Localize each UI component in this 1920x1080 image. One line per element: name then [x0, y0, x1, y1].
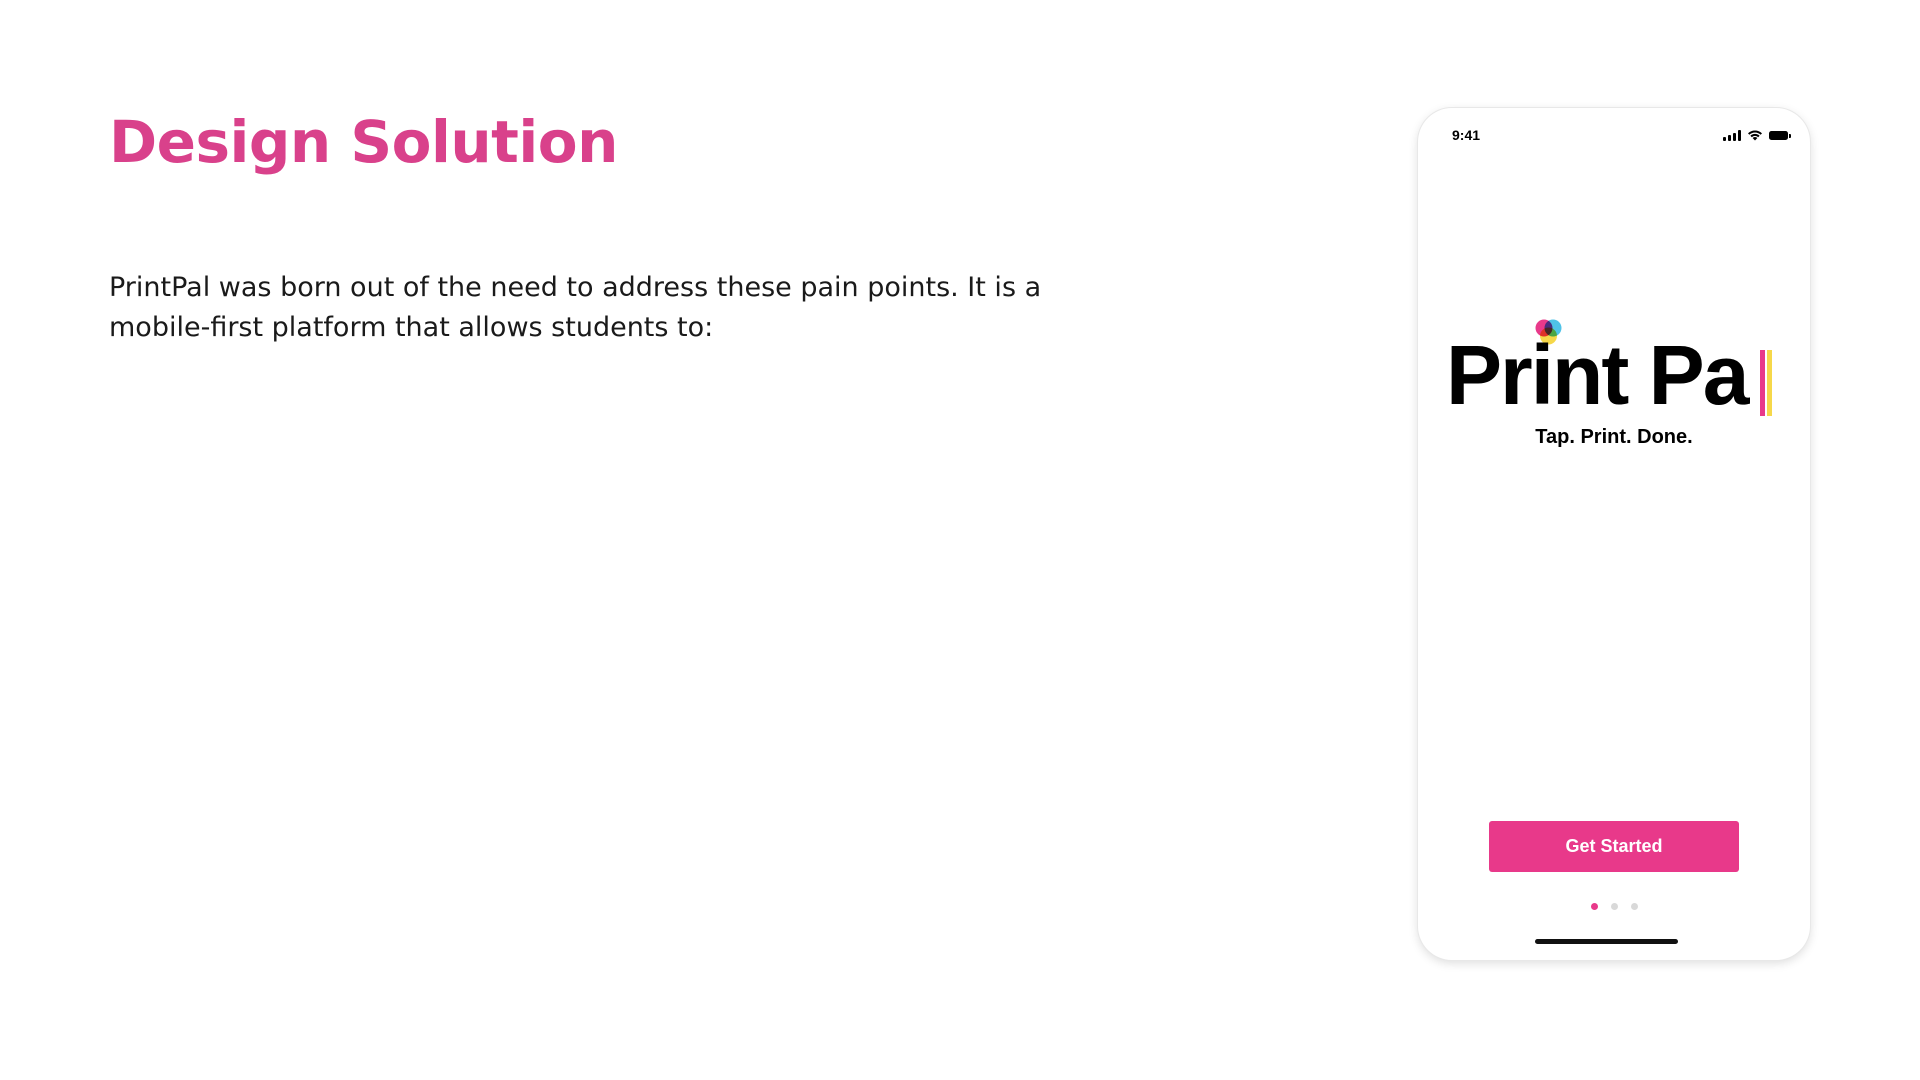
logo-color-bars: [1760, 350, 1772, 416]
pagination-dots[interactable]: [1418, 903, 1810, 910]
logo-wordmark: Print Pa: [1446, 328, 1749, 422]
phone-mockup: 9:41 Print Pa Tap. Print. Done. Get Star…: [1418, 108, 1810, 960]
status-time: 9:41: [1452, 127, 1481, 143]
page-dot-1[interactable]: [1590, 903, 1598, 910]
get-started-button[interactable]: Get Started: [1489, 821, 1739, 872]
tagline: Tap. Print. Done.: [1535, 426, 1693, 448]
signal-icon: [1723, 130, 1741, 141]
slide-body-text: PrintPal was born out of the need to add…: [109, 272, 1042, 343]
page-dot-2[interactable]: [1610, 903, 1618, 910]
home-indicator: [1535, 939, 1678, 944]
status-icons: [1723, 127, 1791, 141]
wifi-icon: [1748, 130, 1762, 141]
page-dot-3[interactable]: [1630, 903, 1638, 910]
status-bar: 9:41: [1418, 108, 1810, 158]
battery-icon: [1769, 131, 1791, 140]
slide-title: Design Solution: [109, 108, 618, 176]
printpal-logo: Print Pa: [1446, 318, 1786, 422]
